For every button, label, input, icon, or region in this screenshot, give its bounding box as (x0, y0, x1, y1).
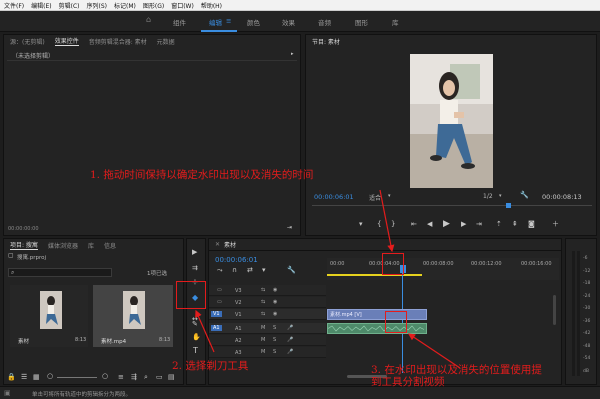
annotation-step2: 2. 选择剃刀工具 (172, 360, 249, 372)
annotation-step3: 3. 在水印出现以及消失的位置使用提 到工具分割视频 (371, 364, 542, 389)
annotation-arrows (195, 189, 461, 369)
annotation-arrow-step2 (195, 309, 215, 353)
annotation-arrow-step3 (408, 333, 461, 369)
annotation-arrow-step1 (379, 189, 395, 253)
annotation-step1: 1. 拖动时间保持以确定水印出现以及消失的时间 (90, 169, 314, 181)
